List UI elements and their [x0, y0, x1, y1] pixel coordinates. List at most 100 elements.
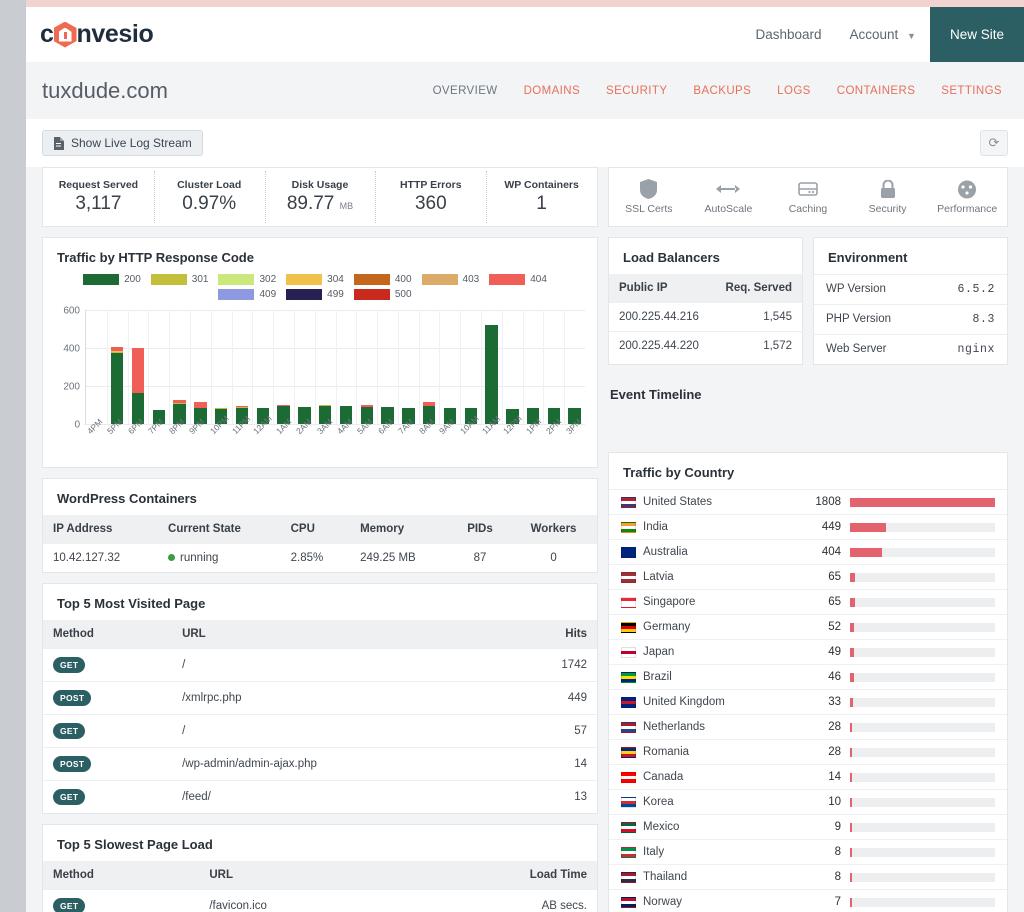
country-value: 14	[828, 771, 841, 783]
flag-icon	[621, 596, 636, 608]
country-name: Japan	[643, 646, 675, 658]
country-bar-track	[850, 572, 995, 582]
country-row: Korea 10	[609, 789, 1007, 814]
y-tick-label: 600	[63, 305, 80, 317]
country-bar-track	[850, 622, 995, 632]
country-bar-track	[850, 547, 995, 557]
tab-backups[interactable]: BACKUPS	[693, 85, 751, 97]
legend-label: 403	[462, 274, 480, 285]
legend-swatch	[421, 274, 458, 285]
tab-containers[interactable]: CONTAINERS	[837, 85, 916, 97]
new-site-button[interactable]: New Site	[929, 7, 1024, 62]
flag-icon	[621, 846, 636, 858]
cell-url: /	[172, 714, 501, 748]
cell-state: running	[158, 543, 281, 572]
country-bar-track	[850, 847, 995, 857]
country-row: Norway 7	[609, 889, 1007, 912]
bar-column[interactable]	[107, 347, 128, 424]
y-tick-label: 400	[63, 343, 80, 355]
service-autoscale[interactable]: AutoScale	[689, 179, 769, 215]
country-bar	[850, 697, 853, 707]
cell-req-served: 1,545	[712, 302, 802, 332]
legend-label: 400	[394, 274, 412, 285]
country-bar-track	[850, 872, 995, 882]
cell-value: 14	[500, 747, 597, 781]
app-header: c nvesio Dashboard Account ▼ New Site	[26, 7, 1024, 62]
nav-account[interactable]: Account ▼	[836, 27, 930, 42]
legend-item: 302	[218, 274, 276, 285]
col-memory: Memory	[350, 515, 450, 544]
table-row: GET /favicon.ico AB secs.	[43, 889, 597, 912]
cell-public-ip: 200.225.44.216	[609, 302, 713, 332]
environment-key: Web Server	[826, 343, 887, 355]
table-header-row: Public IP Req. Served	[609, 274, 802, 303]
nav-dashboard[interactable]: Dashboard	[741, 27, 835, 42]
country-name: Netherlands	[643, 721, 706, 733]
col-workers: Workers	[510, 515, 597, 544]
country-value: 65	[828, 571, 841, 583]
chevron-down-icon: ▼	[907, 31, 916, 41]
chart-x-axis: 4PM 5PM 6PM 7PM 8PM 9PM 10PM 11PM 12AM 1AM 2AM 3AM 4…	[85, 413, 585, 467]
country-bar-track	[850, 497, 995, 507]
cell-url: /wp-admin/admin-ajax.php	[172, 747, 501, 781]
service-ssl-certs[interactable]: SSL Certs	[609, 179, 689, 215]
state-label: running	[180, 552, 219, 564]
services-card: SSL Certs AutoScale Caching Security Per…	[608, 167, 1008, 227]
service-caching[interactable]: Caching	[768, 179, 848, 215]
legend-swatch	[489, 274, 526, 285]
cell-workers: 0	[510, 543, 597, 572]
country-row: United Kingdom 33	[609, 689, 1007, 714]
tab-domains[interactable]: DOMAINS	[524, 85, 580, 97]
tab-settings[interactable]: SETTINGS	[941, 85, 1002, 97]
app-page: c nvesio Dashboard Account ▼ New Site tu…	[26, 7, 1024, 912]
tab-security[interactable]: SECURITY	[606, 85, 667, 97]
table-row: 10.42.127.32 running 2.85% 249.25 MB 87 …	[43, 543, 597, 572]
database-icon	[768, 179, 848, 199]
environment-title: Environment	[828, 250, 908, 265]
flag-icon	[621, 696, 636, 708]
kpi-value: 1	[536, 193, 547, 214]
site-tabs: OVERVIEW DOMAINS SECURITY BACKUPS LOGS C…	[433, 85, 1008, 97]
logo-text-left: c	[40, 20, 54, 48]
kpi-item: WP Containers 1	[486, 171, 597, 223]
col-hits: Hits	[500, 620, 597, 649]
service-performance[interactable]: Performance	[927, 179, 1007, 215]
cell-url: /	[172, 648, 501, 682]
environment-key: WP Version	[826, 283, 886, 295]
show-live-log-stream-button[interactable]: Show Live Log Stream	[42, 130, 203, 156]
bar-column[interactable]	[481, 324, 502, 424]
country-name: Korea	[643, 796, 674, 808]
environment-value: nginx	[957, 343, 995, 356]
country-value: 449	[821, 521, 841, 533]
country-bar	[850, 847, 852, 857]
col-ip: IP Address	[43, 515, 159, 544]
country-name: United Kingdom	[643, 696, 725, 708]
country-name: Latvia	[643, 571, 674, 583]
service-security[interactable]: Security	[848, 179, 928, 215]
cell-value: 449	[500, 681, 597, 715]
flag-icon	[621, 796, 636, 808]
flag-icon	[621, 721, 636, 733]
country-name: Brazil	[643, 671, 672, 683]
col-public-ip: Public IP	[609, 274, 713, 303]
bar-column[interactable]	[128, 347, 149, 424]
tab-logs[interactable]: LOGS	[777, 85, 811, 97]
document-icon	[54, 136, 64, 150]
refresh-icon[interactable]: ⟳	[980, 130, 1008, 156]
cell-cpu: 2.85%	[280, 543, 351, 572]
legend-swatch	[286, 289, 323, 300]
cell-method: GET	[43, 714, 173, 748]
country-bar	[850, 597, 856, 607]
method-badge: GET	[53, 898, 86, 912]
wordpress-containers-card: WordPress Containers IP Address Current …	[42, 478, 598, 573]
tab-overview[interactable]: OVERVIEW	[433, 85, 498, 97]
convesio-logo[interactable]: c nvesio	[40, 20, 154, 49]
country-name: Germany	[643, 621, 691, 633]
country-bar-track	[850, 747, 995, 757]
legend-item: 400	[353, 274, 412, 285]
legend-item: 403	[421, 274, 480, 285]
table-row: POST /xmlrpc.php 449	[43, 681, 597, 715]
environment-card: Environment WP Version 6.5.2 PHP Version…	[813, 237, 1008, 365]
country-bar	[850, 747, 853, 757]
col-load-time: Load Time	[398, 861, 597, 890]
